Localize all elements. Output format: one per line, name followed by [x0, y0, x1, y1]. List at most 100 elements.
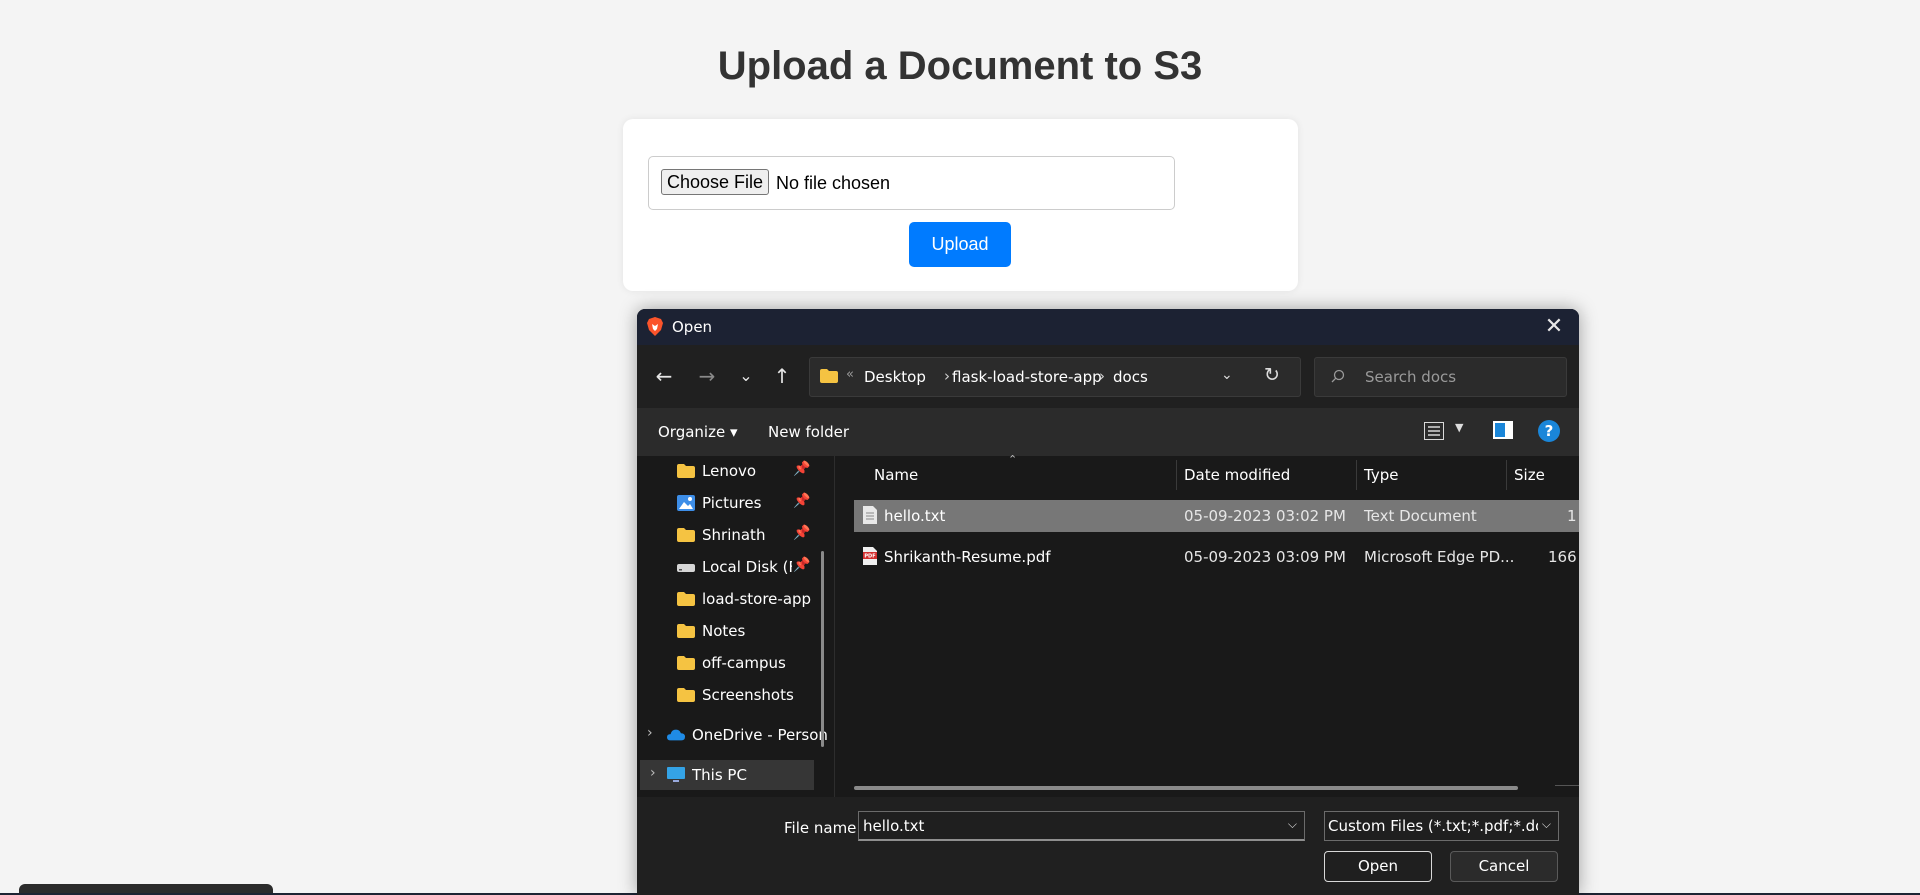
file-type-value: Custom Files (*.txt;*.pdf;*.doc;*.docx) — [1328, 817, 1538, 835]
breadcrumb-flask-load-store-app[interactable]: flask-load-store-app — [952, 368, 1102, 386]
nav-item-pictures[interactable]: Pictures 📌 — [637, 488, 834, 518]
breadcrumb-separator-icon: › — [1099, 367, 1105, 385]
command-bar: Organize ▾ New folder ▼ ? — [637, 408, 1579, 456]
search-placeholder: Search docs — [1365, 368, 1457, 386]
close-icon[interactable]: ✕ — [1537, 312, 1571, 342]
folder-icon — [677, 592, 695, 606]
nav-item-onedrive[interactable]: › OneDrive - Person — [637, 720, 834, 750]
nav-item-label: off-campus — [702, 654, 786, 672]
sort-ascending-icon: ⌃ — [1008, 453, 1018, 466]
chevron-down-icon[interactable]: ⌵ — [1542, 817, 1551, 832]
pin-icon[interactable]: 📌 — [793, 461, 810, 477]
back-arrow-icon[interactable]: ← — [651, 363, 677, 389]
expand-chevron-icon[interactable]: › — [647, 725, 653, 741]
folder-icon — [677, 688, 695, 702]
breadcrumb-docs[interactable]: docs — [1113, 368, 1148, 386]
help-icon[interactable]: ? — [1538, 420, 1560, 442]
file-input[interactable]: Choose File No file chosen — [648, 156, 1175, 210]
column-header-size[interactable]: Size — [1514, 466, 1545, 484]
column-divider[interactable] — [1356, 460, 1357, 490]
file-type: Microsoft Edge PD... — [1364, 548, 1515, 566]
text-file-icon — [863, 506, 877, 524]
column-header-name[interactable]: Name — [874, 466, 918, 484]
nav-item-label: Shrinath — [702, 526, 766, 544]
file-row-hello-txt[interactable]: hello.txt 05-09-2023 03:02 PM Text Docum… — [854, 500, 1579, 532]
column-header-type[interactable]: Type — [1364, 466, 1398, 484]
file-date: 05-09-2023 03:09 PM — [1184, 548, 1346, 566]
choose-file-button[interactable]: Choose File — [661, 169, 769, 195]
nav-item-label: Lenovo — [702, 462, 757, 480]
upload-button[interactable]: Upload — [909, 222, 1011, 267]
nav-item-off-campus[interactable]: off-campus — [637, 648, 834, 678]
breadcrumb-separator-icon: › — [944, 367, 950, 385]
pin-icon[interactable]: 📌 — [793, 525, 810, 541]
pictures-icon — [677, 495, 695, 511]
preview-pane-icon[interactable] — [1493, 421, 1513, 439]
address-overflow-icon[interactable]: « — [846, 367, 854, 382]
open-button[interactable]: Open — [1324, 851, 1432, 882]
search-input[interactable]: Search docs — [1314, 357, 1567, 397]
navigation-bar: ← → ⌄ ↑ « Desktop › flask-load-store-app… — [637, 345, 1579, 408]
nav-item-label: Screenshots — [702, 686, 794, 704]
cancel-button[interactable]: Cancel — [1450, 851, 1558, 882]
folder-icon — [820, 369, 838, 383]
nav-item-notes[interactable]: Notes — [637, 616, 834, 646]
scrollbar-track-end — [1555, 785, 1579, 786]
up-arrow-icon[interactable]: ↑ — [769, 363, 795, 389]
chevron-down-icon[interactable]: ⌵ — [1288, 817, 1297, 832]
drive-icon — [677, 564, 695, 572]
nav-item-this-pc[interactable]: › This PC — [640, 760, 814, 790]
folder-icon — [677, 464, 695, 478]
page-title: Upload a Document to S3 — [717, 44, 1203, 88]
nav-item-screenshots[interactable]: Screenshots — [637, 680, 834, 710]
pc-icon — [667, 767, 685, 782]
column-header-date[interactable]: Date modified — [1184, 466, 1290, 484]
file-name: Shrikanth-Resume.pdf — [884, 548, 1051, 566]
nav-item-label: load-store-app — [702, 590, 812, 608]
folder-icon — [677, 624, 695, 638]
file-list-scrollbar[interactable] — [854, 786, 1518, 790]
nav-item-local-disk[interactable]: Local Disk (F:) 📌 — [637, 552, 834, 582]
nav-pane-scrollbar[interactable] — [821, 551, 824, 747]
file-name-label: File name: — [784, 819, 862, 837]
expand-chevron-icon[interactable]: › — [650, 765, 656, 781]
onedrive-icon — [667, 729, 685, 741]
new-folder-button[interactable]: New folder — [768, 423, 849, 441]
pin-icon[interactable]: 📌 — [793, 557, 810, 573]
forward-arrow-icon[interactable]: → — [694, 363, 720, 389]
nav-item-label: Local Disk (F:) — [702, 558, 792, 576]
dialog-title: Open — [672, 318, 713, 336]
open-file-dialog: Open ✕ ← → ⌄ ↑ « Desktop › flask-load-st… — [637, 309, 1579, 895]
nav-item-load-store-app[interactable]: load-store-app — [637, 584, 834, 614]
breadcrumb-desktop[interactable]: Desktop — [864, 368, 926, 386]
pin-icon[interactable]: 📌 — [793, 493, 810, 509]
view-dropdown-icon[interactable]: ▼ — [1455, 421, 1463, 434]
nav-item-label: This PC — [692, 766, 747, 784]
file-name-field[interactable]: hello.txt ⌵ — [858, 811, 1305, 841]
column-divider[interactable] — [1176, 460, 1177, 490]
navigation-pane: Lenovo 📌 Pictures 📌 Shrinath 📌 Local Dis… — [637, 456, 835, 797]
svg-text:PDF: PDF — [864, 554, 875, 560]
nav-item-label: Notes — [702, 622, 746, 640]
view-list-icon[interactable] — [1424, 422, 1444, 440]
pdf-file-icon: PDF — [863, 547, 877, 565]
nav-item-shrinath[interactable]: Shrinath 📌 — [637, 520, 834, 550]
file-size: 1 — [1567, 507, 1577, 525]
no-file-text: No file chosen — [776, 173, 891, 193]
nav-item-lenovo[interactable]: Lenovo 📌 — [637, 456, 834, 486]
file-row-resume-pdf[interactable]: PDF Shrikanth-Resume.pdf 05-09-2023 03:0… — [854, 541, 1579, 573]
dialog-footer: File name: hello.txt ⌵ Custom Files (*.t… — [637, 797, 1579, 895]
address-dropdown-chevron-icon[interactable]: ⌄ — [1221, 367, 1233, 383]
file-type-select[interactable]: Custom Files (*.txt;*.pdf;*.doc;*.docx) … — [1324, 811, 1559, 841]
refresh-icon[interactable]: ↻ — [1264, 364, 1280, 386]
file-date: 05-09-2023 03:02 PM — [1184, 507, 1346, 525]
address-bar[interactable]: « Desktop › flask-load-store-app › docs … — [809, 357, 1301, 397]
search-icon — [1331, 369, 1345, 383]
recent-locations-chevron-icon[interactable]: ⌄ — [733, 363, 759, 389]
file-name: hello.txt — [884, 507, 946, 525]
nav-item-label: OneDrive - Person — [692, 726, 828, 744]
column-divider[interactable] — [1506, 460, 1507, 490]
file-list: ⌃ Name Date modified Type Size hello.txt… — [835, 453, 1579, 797]
file-size: 166 — [1548, 548, 1577, 566]
organize-menu[interactable]: Organize ▾ — [658, 423, 738, 441]
